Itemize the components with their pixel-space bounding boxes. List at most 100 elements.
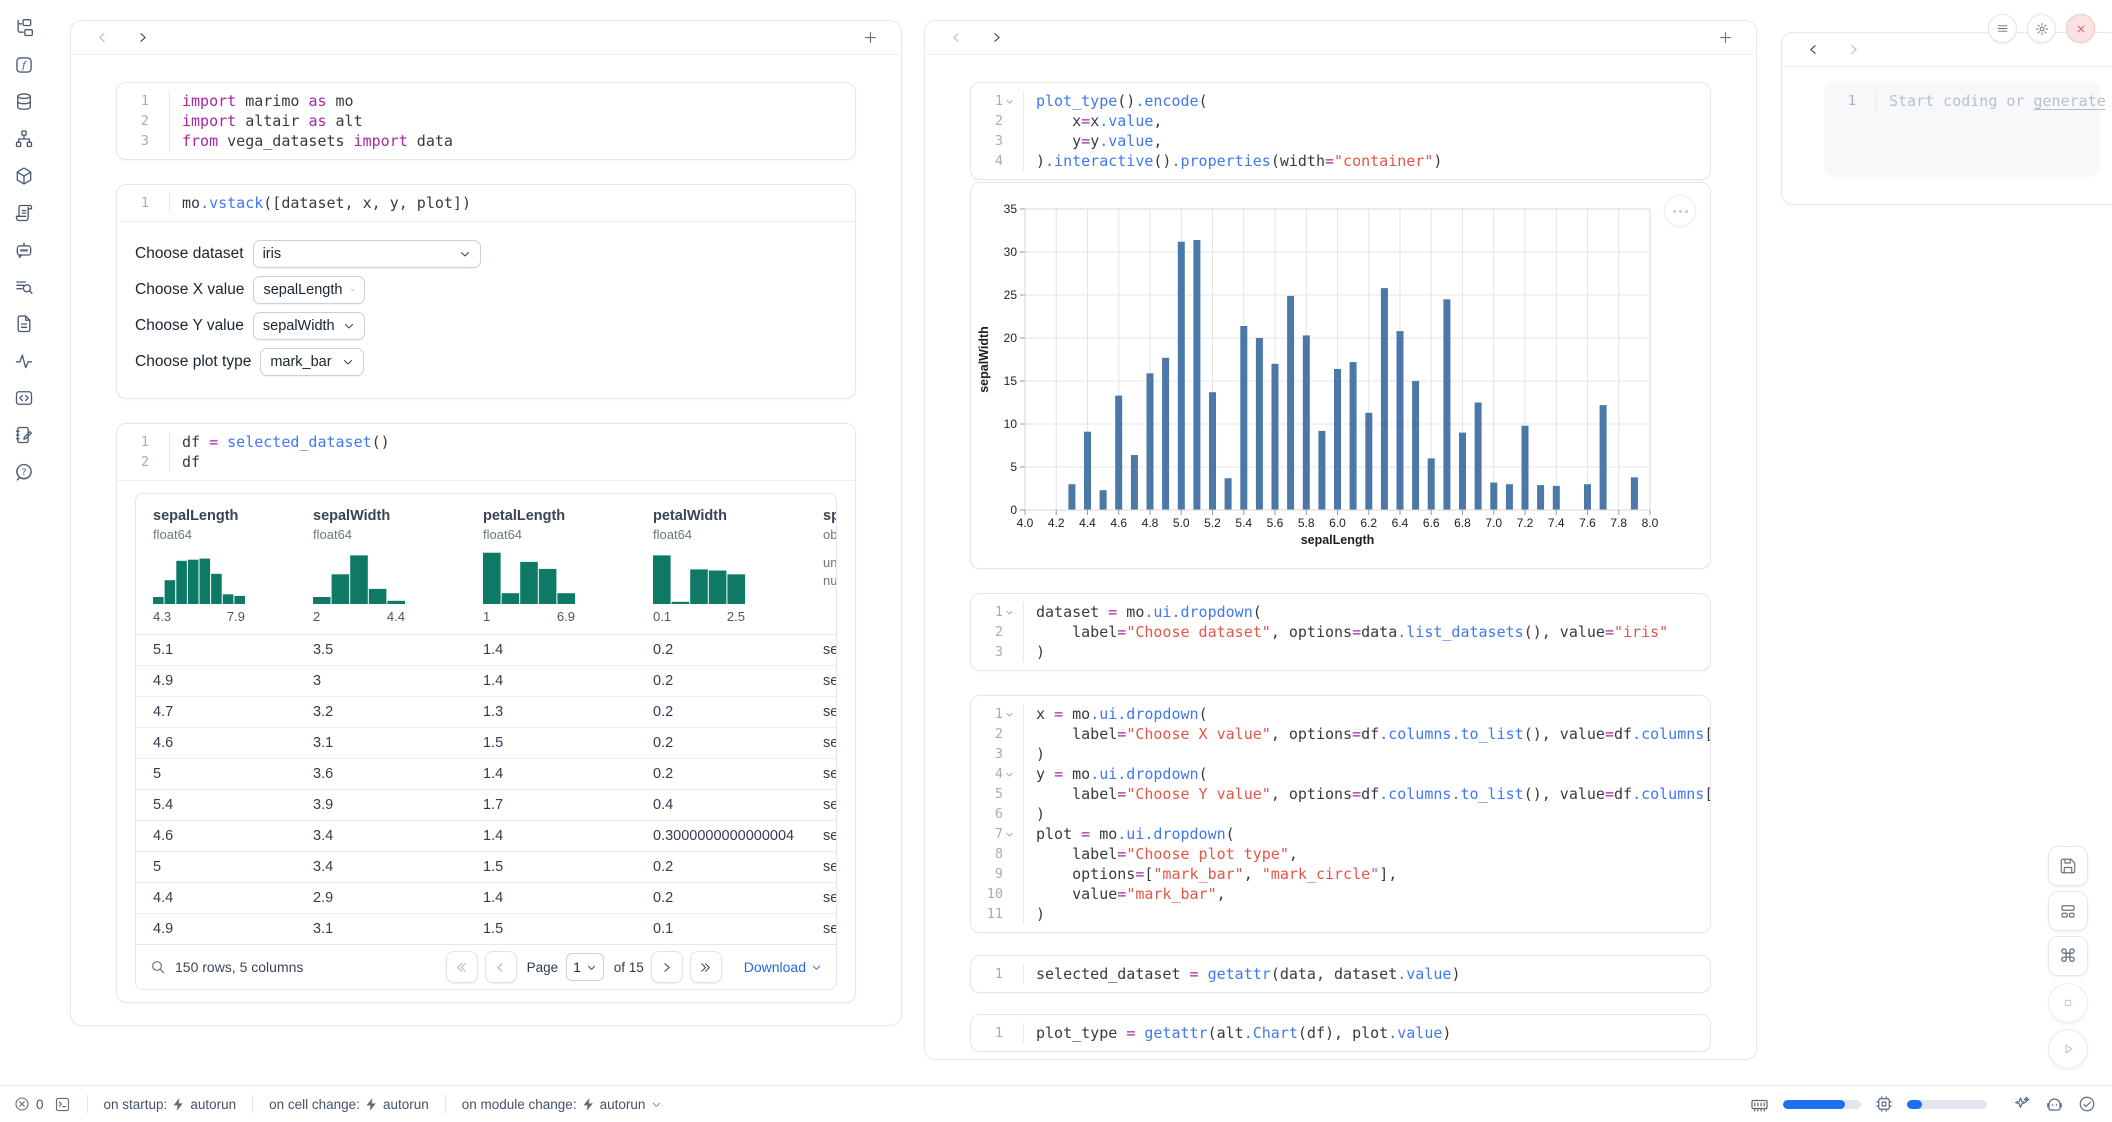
- code-line[interactable]: 1selected_dataset = getattr(data, datase…: [971, 964, 1710, 984]
- cell-dataframe[interactable]: 1df = selected_dataset()2df sepalLengthf…: [116, 423, 856, 1003]
- column-next-icon[interactable]: [1840, 37, 1866, 63]
- code-line[interactable]: 3): [971, 642, 1710, 662]
- scratchpad-icon[interactable]: [12, 423, 36, 447]
- download-button[interactable]: Download: [744, 959, 822, 975]
- functions-icon[interactable]: f: [12, 53, 36, 77]
- code-line[interactable]: 1x = mo.ui.dropdown(: [971, 704, 1710, 724]
- code-editor-plot[interactable]: 1plot_type().encode(2 x=x.value,3 y=y.va…: [971, 83, 1710, 179]
- next-page-button[interactable]: [651, 951, 683, 983]
- on-cell-change-config[interactable]: on cell change: autorun: [269, 1097, 429, 1112]
- code-line[interactable]: 8 label="Choose plot type",: [971, 844, 1710, 864]
- code-line[interactable]: 1mo.vstack([dataset, x, y, plot]): [117, 193, 855, 213]
- snippets-icon[interactable]: [12, 386, 36, 410]
- code-line[interactable]: 1plot_type = getattr(alt.Chart(df), plot…: [971, 1023, 1710, 1043]
- documentation-icon[interactable]: [12, 312, 36, 336]
- table-cell: 0.2: [653, 852, 823, 882]
- dropdown-select[interactable]: sepalLength: [253, 276, 365, 304]
- code-line[interactable]: 2import altair as alt: [117, 111, 855, 131]
- cell-dataset-dropdown[interactable]: 1dataset = mo.ui.dropdown(2 label="Choos…: [970, 593, 1711, 671]
- svg-text:7.4: 7.4: [1548, 516, 1565, 530]
- marimo-app: { "cells": { "imports": {"lines": ["impo…: [0, 0, 2112, 1122]
- settings-gear-icon[interactable]: [2027, 14, 2056, 43]
- add-cell-icon[interactable]: [1712, 25, 1738, 51]
- column-prev-icon[interactable]: [89, 25, 115, 51]
- dropdown-select[interactable]: mark_bar: [260, 348, 364, 376]
- save-icon[interactable]: [2048, 846, 2088, 886]
- column-prev-icon[interactable]: [943, 25, 969, 51]
- menu-icon[interactable]: [1988, 14, 2017, 43]
- chart-menu-icon[interactable]: [1664, 195, 1696, 227]
- layout-grid-icon[interactable]: [2048, 891, 2088, 931]
- cell-imports[interactable]: 1import marimo as mo2import altair as al…: [116, 82, 856, 160]
- code-line[interactable]: 3 y=y.value,: [971, 131, 1710, 151]
- code-editor-dataset[interactable]: 1dataset = mo.ui.dropdown(2 label="Choos…: [971, 594, 1710, 670]
- logs-search-icon[interactable]: [12, 275, 36, 299]
- cell-selected-dataset[interactable]: 1selected_dataset = getattr(data, datase…: [970, 955, 1711, 993]
- code-line[interactable]: 1dataset = mo.ui.dropdown(: [971, 602, 1710, 622]
- column-prev-icon[interactable]: [1800, 37, 1826, 63]
- svg-text:?: ?: [21, 467, 26, 478]
- last-page-button[interactable]: [690, 951, 722, 983]
- code-line[interactable]: 1import marimo as mo: [117, 91, 855, 111]
- file-tree-icon[interactable]: [12, 16, 36, 40]
- code-line[interactable]: 3from vega_datasets import data: [117, 131, 855, 151]
- dropdown-select[interactable]: iris: [253, 240, 481, 268]
- cell-plot[interactable]: 1plot_type().encode(2 x=x.value,3 y=y.va…: [970, 82, 1711, 180]
- dependency-graph-icon[interactable]: [12, 127, 36, 151]
- code-line[interactable]: 6): [971, 804, 1710, 824]
- keyboard-shortcuts-icon[interactable]: ⌘: [2048, 936, 2088, 976]
- code-line[interactable]: 2 x=x.value,: [971, 111, 1710, 131]
- empty-cell-editor[interactable]: 1 Start coding or generate with: [1824, 81, 2100, 177]
- errors-indicator[interactable]: 0: [14, 1096, 44, 1112]
- ai-sparkles-icon[interactable]: [2013, 1095, 2031, 1113]
- terminal-icon[interactable]: [54, 1096, 71, 1113]
- code-line[interactable]: 4).interactive().properties(width="conta…: [971, 151, 1710, 171]
- data-table: sepalLengthfloat644.37.9sepalWidthfloat6…: [135, 493, 837, 990]
- first-page-button[interactable]: [446, 951, 478, 983]
- on-module-change-config[interactable]: on module change: autorun: [462, 1097, 663, 1112]
- page-select[interactable]: 1: [566, 953, 604, 981]
- chat-bot-icon[interactable]: [12, 238, 36, 262]
- dropdown-select[interactable]: sepalWidth: [253, 312, 365, 340]
- column-next-icon[interactable]: [983, 25, 1009, 51]
- assistant-bot-icon[interactable]: [2045, 1095, 2064, 1114]
- prev-page-button[interactable]: [485, 951, 517, 983]
- chart-output: 4.04.24.44.64.85.05.25.45.65.86.06.26.46…: [970, 182, 1711, 569]
- on-startup-config[interactable]: on startup: autorun: [104, 1097, 237, 1112]
- column-next-icon[interactable]: [129, 25, 155, 51]
- tracing-icon[interactable]: [12, 349, 36, 373]
- packages-icon[interactable]: [12, 164, 36, 188]
- code-line[interactable]: 3): [971, 744, 1710, 764]
- code-editor-selected[interactable]: 1selected_dataset = getattr(data, datase…: [971, 956, 1710, 992]
- code-line[interactable]: 9 options=["mark_bar", "mark_circle"],: [971, 864, 1710, 884]
- code-editor-vstack[interactable]: 1mo.vstack([dataset, x, y, plot]): [117, 185, 855, 221]
- code-line[interactable]: 7plot = mo.ui.dropdown(: [971, 824, 1710, 844]
- code-line[interactable]: 2 label="Choose dataset", options=data.l…: [971, 622, 1710, 642]
- code-line[interactable]: 4y = mo.ui.dropdown(: [971, 764, 1710, 784]
- stop-icon[interactable]: [2048, 983, 2088, 1023]
- code-line[interactable]: 1df = selected_dataset(): [117, 432, 855, 452]
- cell-xy-plot-dropdowns[interactable]: 1x = mo.ui.dropdown(2 label="Choose X va…: [970, 695, 1711, 933]
- code-line[interactable]: 2df: [117, 452, 855, 472]
- generate-with-ai-link[interactable]: generate: [2034, 92, 2106, 110]
- code-line[interactable]: 1plot_type().encode(: [971, 91, 1710, 111]
- add-cell-icon[interactable]: [857, 25, 883, 51]
- check-circle-icon[interactable]: [2078, 1095, 2096, 1113]
- table-cell: 3.9: [313, 790, 483, 820]
- code-line[interactable]: 5 label="Choose Y value", options=df.col…: [971, 784, 1710, 804]
- close-icon[interactable]: [2066, 14, 2095, 43]
- database-icon[interactable]: [12, 90, 36, 114]
- cell-vstack[interactable]: 1mo.vstack([dataset, x, y, plot]) Choose…: [116, 184, 856, 399]
- code-editor-df[interactable]: 1df = selected_dataset()2df: [117, 424, 855, 480]
- cell-plot-type[interactable]: 1plot_type = getattr(alt.Chart(df), plot…: [970, 1014, 1711, 1052]
- code-editor-imports[interactable]: 1import marimo as mo2import altair as al…: [117, 83, 855, 159]
- run-icon[interactable]: [2048, 1029, 2088, 1069]
- code-editor-plot-type[interactable]: 1plot_type = getattr(alt.Chart(df), plot…: [971, 1015, 1710, 1051]
- scripts-icon[interactable]: [12, 201, 36, 225]
- code-line[interactable]: 2 label="Choose X value", options=df.col…: [971, 724, 1710, 744]
- code-editor-xyplot[interactable]: 1x = mo.ui.dropdown(2 label="Choose X va…: [971, 696, 1710, 932]
- code-line[interactable]: 10 value="mark_bar",: [971, 884, 1710, 904]
- search-icon[interactable]: [150, 959, 166, 975]
- code-line[interactable]: 11): [971, 904, 1710, 924]
- help-icon[interactable]: ?: [12, 460, 36, 484]
